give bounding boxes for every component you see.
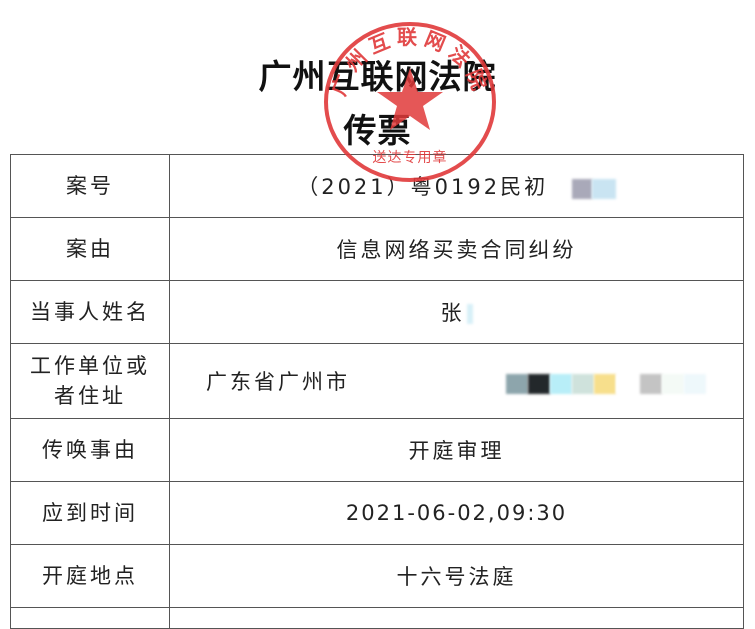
partial-cell bbox=[169, 607, 744, 629]
redacted-address-detail bbox=[505, 371, 706, 395]
partial-cell bbox=[10, 607, 170, 629]
row-summons-reason: 传唤事由 开庭审理 bbox=[10, 418, 744, 482]
redaction-block bbox=[527, 374, 550, 394]
redaction-block bbox=[615, 374, 640, 394]
row-hearing-location: 开庭地点 十六号法庭 bbox=[10, 544, 744, 608]
label-address-line1: 工作单位或 bbox=[30, 354, 150, 378]
label-case-cause: 案由 bbox=[10, 217, 170, 281]
row-address: 工作单位或 者住址 广东省广州市 bbox=[10, 343, 744, 419]
redacted-case-suffix bbox=[571, 176, 616, 200]
redaction-block bbox=[549, 374, 572, 394]
redaction-block bbox=[571, 179, 592, 199]
label-address: 工作单位或 者住址 bbox=[10, 343, 170, 419]
value-address: 广东省广州市 bbox=[169, 343, 744, 419]
row-party-name: 当事人姓名 张 bbox=[10, 280, 744, 344]
label-address-line2: 者住址 bbox=[54, 384, 126, 408]
row-partial bbox=[10, 607, 744, 629]
redaction-block bbox=[591, 179, 616, 199]
value-summons-reason: 开庭审理 bbox=[169, 418, 744, 482]
row-case-number: 案号 （2021）粤0192民初 bbox=[10, 154, 744, 218]
row-case-cause: 案由 信息网络买卖合同纠纷 bbox=[10, 217, 744, 281]
address-text: 广东省广州市 bbox=[206, 370, 350, 394]
redaction-block bbox=[683, 374, 706, 394]
row-arrival-time: 应到时间 2021-06-02,09:30 bbox=[10, 481, 744, 545]
value-hearing-location: 十六号法庭 bbox=[169, 544, 744, 608]
court-name: 广州互联网法院 bbox=[258, 57, 497, 96]
redaction-block bbox=[505, 374, 528, 394]
redaction-block bbox=[466, 304, 473, 324]
party-name-text: 张 bbox=[440, 301, 465, 325]
redaction-block bbox=[639, 374, 662, 394]
value-arrival-time: 2021-06-02,09:30 bbox=[169, 481, 744, 545]
label-summons-reason: 传唤事由 bbox=[10, 418, 170, 482]
value-case-cause: 信息网络买卖合同纠纷 bbox=[169, 217, 744, 281]
case-number-text: （2021）粤0192民初 bbox=[297, 175, 549, 199]
label-party-name: 当事人姓名 bbox=[10, 280, 170, 344]
summons-table: 案号 （2021）粤0192民初 案由 信息网络买卖合同纠纷 当事人姓名 张 工… bbox=[10, 154, 744, 629]
label-case-number: 案号 bbox=[10, 154, 170, 218]
value-party-name: 张 bbox=[169, 280, 744, 344]
redaction-block bbox=[593, 374, 616, 394]
label-arrival-time: 应到时间 bbox=[10, 481, 170, 545]
document-type: 传票 bbox=[343, 111, 412, 150]
redaction-block bbox=[571, 374, 594, 394]
value-case-number: （2021）粤0192民初 bbox=[169, 154, 744, 218]
label-hearing-location: 开庭地点 bbox=[10, 544, 170, 608]
redaction-block bbox=[661, 374, 684, 394]
